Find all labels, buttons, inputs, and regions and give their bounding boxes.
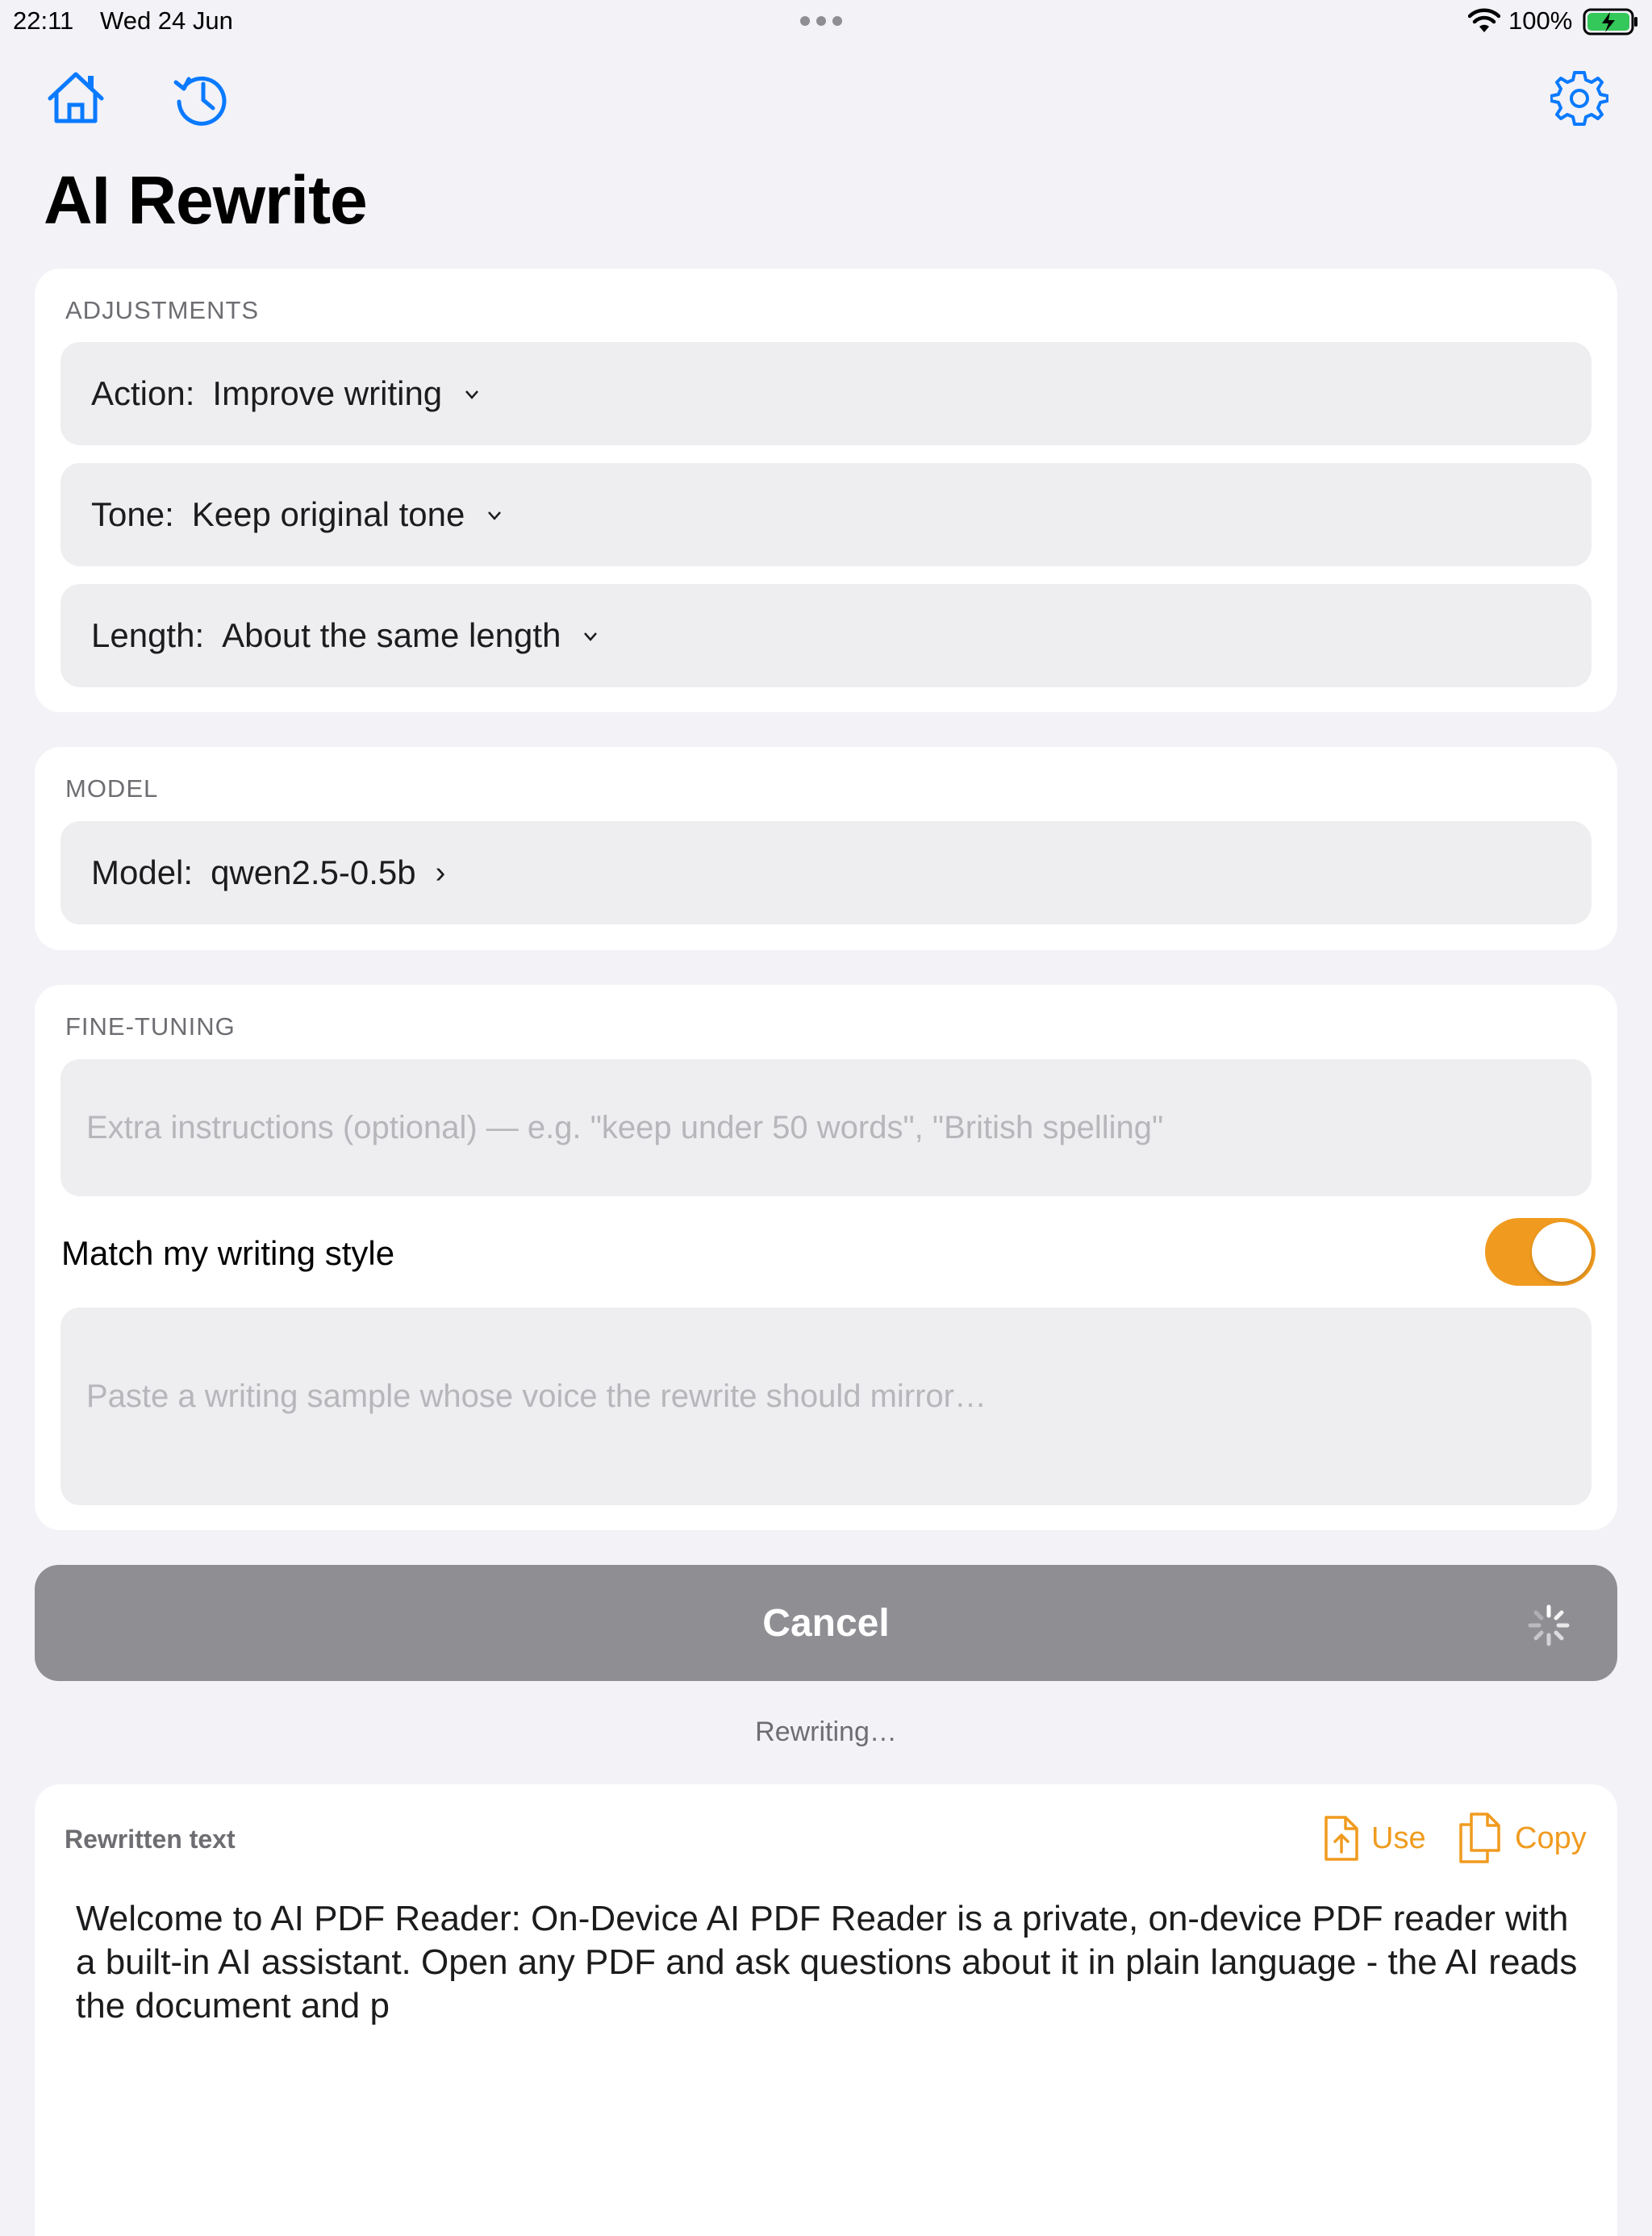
model-section-label: MODEL <box>65 774 159 803</box>
document-upload-icon <box>1325 1816 1358 1861</box>
writing-sample-input[interactable]: Paste a writing sample whose voice the r… <box>60 1308 1592 1505</box>
tone-picker[interactable]: Tone: Keep original tone <box>60 463 1592 566</box>
multitasking-dots[interactable] <box>800 5 852 37</box>
battery-percent: 100% <box>1508 6 1573 35</box>
progress-status: Rewriting… <box>755 1717 897 1747</box>
result-title: Rewritten text <box>65 1825 236 1854</box>
copy-button-label: Copy <box>1515 1821 1587 1855</box>
status-date: Wed 24 Jun <box>100 6 233 35</box>
adjustments-section-label: ADJUSTMENTS <box>65 296 260 324</box>
wifi-icon <box>1468 8 1500 32</box>
chevron-down-icon <box>465 390 479 399</box>
fine-tuning-section-label: FINE-TUNING <box>65 1012 236 1041</box>
chevron-down-icon <box>488 511 502 520</box>
cancel-button-label: Cancel <box>762 1601 890 1645</box>
length-label: Length: <box>91 616 205 654</box>
model-card: MODEL Model: qwen2.5-0.5b › <box>35 747 1617 950</box>
status-time: 22:11 <box>13 6 74 35</box>
activity-spinner-icon <box>1528 1604 1570 1646</box>
copy-icon <box>1459 1813 1500 1863</box>
length-value: About the same length <box>222 616 561 654</box>
page-title: AI Rewrite <box>44 162 368 238</box>
home-icon[interactable] <box>45 69 106 126</box>
cancel-button[interactable]: Cancel <box>35 1565 1617 1681</box>
match-style-toggle[interactable] <box>1485 1218 1596 1286</box>
action-value: Improve writing <box>212 374 443 412</box>
gear-icon[interactable] <box>1550 69 1608 127</box>
use-button-label: Use <box>1371 1821 1426 1855</box>
extra-instructions-placeholder: Extra instructions (optional) — e.g. "ke… <box>86 1110 1164 1145</box>
match-style-label: Match my writing style <box>61 1234 395 1272</box>
extra-instructions-input[interactable]: Extra instructions (optional) — e.g. "ke… <box>60 1059 1592 1196</box>
battery-charging-icon <box>1583 8 1637 35</box>
writing-sample-placeholder: Paste a writing sample whose voice the r… <box>86 1379 987 1414</box>
copy-button[interactable]: Copy <box>1457 1812 1587 1865</box>
model-picker[interactable]: Model: qwen2.5-0.5b › <box>60 821 1592 924</box>
length-picker[interactable]: Length: About the same length <box>60 584 1592 687</box>
action-label: Action: <box>91 374 195 412</box>
use-button[interactable]: Use <box>1323 1815 1426 1862</box>
history-icon[interactable] <box>173 69 231 127</box>
toggle-knob <box>1532 1222 1592 1282</box>
chevron-right-icon: › <box>435 855 446 890</box>
model-label: Model: <box>91 853 194 891</box>
tone-value: Keep original tone <box>191 495 465 533</box>
adjustments-card: ADJUSTMENTS Action: Improve writing Tone… <box>35 269 1617 712</box>
chevron-down-icon <box>584 632 598 641</box>
rewritten-text[interactable]: Welcome to AI PDF Reader: On-Device AI P… <box>76 1897 1592 2028</box>
tone-label: Tone: <box>91 495 174 533</box>
model-value: qwen2.5-0.5b <box>211 853 416 891</box>
status-bar: 22:11 Wed 24 Jun 100% <box>0 0 1652 42</box>
action-picker[interactable]: Action: Improve writing <box>60 342 1592 445</box>
